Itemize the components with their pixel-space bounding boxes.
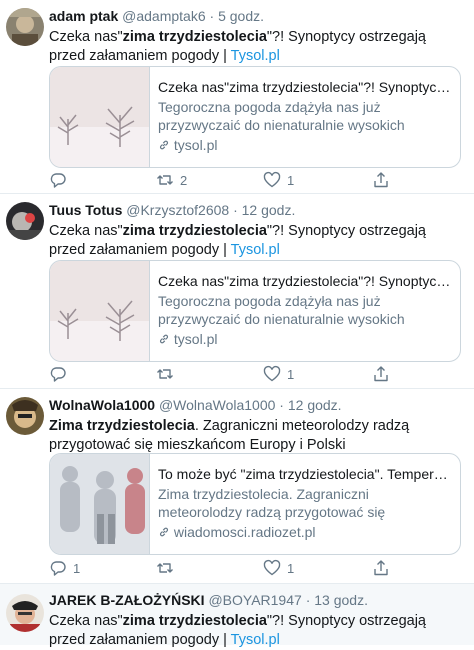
- text-bold: Zima trzydziestolecia: [49, 418, 195, 434]
- heart-icon: [263, 559, 281, 576]
- link-card[interactable]: Czeka nas"zima trzydziestolecia"?! Synop…: [49, 260, 461, 362]
- like-count: 1: [287, 172, 295, 188]
- tweet-header: adam ptak @adamptak6 · 5 godz.: [49, 8, 264, 25]
- retweet-icon: [157, 175, 173, 185]
- card-domain-text: tysol.pl: [173, 137, 218, 153]
- reply-button[interactable]: [49, 171, 73, 189]
- reply-count: 1: [73, 560, 81, 576]
- share-button[interactable]: [372, 559, 390, 577]
- like-count: 1: [287, 366, 295, 382]
- timestamp[interactable]: 12 godz.: [242, 202, 296, 218]
- tweet[interactable]: WolnaWola1000 @WolnaWola1000 · 12 godz. …: [0, 389, 474, 584]
- card-title: To może być "zima trzydziestolecia". Tem…: [158, 466, 453, 482]
- card-description: Tegoroczna pogoda zdążyła nas już przyzw…: [158, 293, 405, 327]
- like-count: 1: [287, 560, 295, 576]
- link-card[interactable]: Czeka nas"zima trzydziestolecia"?! Synop…: [49, 66, 461, 168]
- reply-icon: [50, 367, 66, 382]
- tweet-actions: 1: [49, 365, 459, 385]
- text-bold: zima trzydziestolecia: [122, 29, 267, 45]
- retweet-button[interactable]: 2: [156, 171, 187, 189]
- card-thumbnail: [50, 67, 150, 167]
- user-handle[interactable]: @Krzysztof2608: [126, 202, 229, 218]
- display-name[interactable]: adam ptak: [49, 8, 118, 24]
- card-domain: wiadomosci.radiozet.pl: [158, 524, 316, 540]
- avatar[interactable]: [6, 397, 44, 435]
- text-bold: zima trzydziestolecia: [122, 613, 267, 629]
- retweet-icon: [157, 563, 173, 573]
- display-name[interactable]: WolnaWola1000: [49, 397, 155, 413]
- user-handle[interactable]: @BOYAR1947: [208, 592, 301, 608]
- display-name[interactable]: JAREK B-ZAŁOŻYŃSKI: [49, 592, 205, 608]
- reply-icon: [50, 561, 66, 576]
- tweet-actions: 2 1: [49, 171, 459, 191]
- retweet-icon: [157, 369, 173, 379]
- share-button[interactable]: [372, 365, 390, 383]
- tweet-header: Tuus Totus @Krzysztof2608 · 12 godz.: [49, 202, 295, 219]
- timestamp[interactable]: 12 godz.: [288, 397, 342, 413]
- heart-icon: [263, 365, 281, 382]
- reply-icon: [50, 173, 66, 188]
- card-description: Zima trzydziestolecia. Zagraniczni meteo…: [158, 486, 386, 520]
- card-title: Czeka nas"zima trzydziestolecia"?! Synop…: [158, 273, 453, 289]
- card-domain-text: tysol.pl: [173, 331, 218, 347]
- share-icon: [374, 560, 388, 576]
- like-button[interactable]: 1: [263, 559, 294, 577]
- tweet-link[interactable]: Tysol.pl: [231, 632, 280, 648]
- tweet-text: Czeka nas"zima trzydziestolecia"?! Synop…: [49, 222, 459, 260]
- tweet-text: Czeka nas"zima trzydziestolecia"?! Synop…: [49, 28, 459, 66]
- like-button[interactable]: 1: [263, 365, 294, 383]
- card-thumbnail: [50, 261, 150, 361]
- link-icon: [159, 334, 169, 344]
- like-button[interactable]: 1: [263, 171, 294, 189]
- tweet-header: WolnaWola1000 @WolnaWola1000 · 12 godz.: [49, 397, 342, 414]
- card-domain: tysol.pl: [158, 331, 217, 347]
- tweet-actions: 1 1: [49, 559, 459, 579]
- timestamp[interactable]: 13 godz.: [314, 592, 368, 608]
- separator: ·: [209, 8, 215, 24]
- display-name[interactable]: Tuus Totus: [49, 202, 122, 218]
- tweet-link[interactable]: Tysol.pl: [231, 48, 280, 64]
- separator: ·: [233, 202, 238, 218]
- share-icon: [374, 366, 388, 382]
- text-part: Czeka nas": [49, 613, 123, 629]
- retweet-count: 2: [180, 172, 188, 188]
- tweet-header: JAREK B-ZAŁOŻYŃSKI @BOYAR1947 · 13 godz.: [49, 592, 368, 609]
- retweet-button[interactable]: [156, 365, 180, 383]
- link-icon: [159, 140, 169, 150]
- card-description: Tegoroczna pogoda zdążyła nas już przyzw…: [158, 99, 405, 133]
- avatar[interactable]: [6, 202, 44, 240]
- tweet-link[interactable]: Tysol.pl: [231, 242, 280, 258]
- tweet[interactable]: JAREK B-ZAŁOŻYŃSKI @BOYAR1947 · 13 godz.…: [0, 584, 474, 648]
- user-handle[interactable]: @adamptak6: [122, 8, 205, 24]
- user-handle[interactable]: @WolnaWola1000: [159, 397, 275, 413]
- avatar[interactable]: [6, 594, 44, 632]
- reply-button[interactable]: [49, 365, 73, 383]
- link-card[interactable]: To może być "zima trzydziestolecia". Tem…: [49, 453, 461, 555]
- link-icon: [159, 527, 169, 537]
- text-part: Czeka nas": [49, 223, 123, 239]
- timestamp[interactable]: 5 godz.: [218, 8, 264, 24]
- card-thumbnail: [50, 454, 150, 554]
- card-title: Czeka nas"zima trzydziestolecia"?! Synop…: [158, 79, 453, 95]
- tweet[interactable]: Tuus Totus @Krzysztof2608 · 12 godz. Cze…: [0, 194, 474, 389]
- avatar[interactable]: [6, 8, 44, 46]
- tweet-text: Zima trzydziestolecia. Zagraniczni meteo…: [49, 417, 459, 455]
- text-part: Czeka nas": [49, 29, 123, 45]
- text-bold: zima trzydziestolecia: [122, 223, 267, 239]
- separator: ·: [305, 592, 311, 608]
- tweet-text: Czeka nas"zima trzydziestolecia"?! Synop…: [49, 612, 459, 650]
- share-button[interactable]: [372, 171, 390, 189]
- card-domain: tysol.pl: [158, 137, 217, 153]
- card-domain-text: wiadomosci.radiozet.pl: [173, 524, 316, 540]
- tweet[interactable]: adam ptak @adamptak6 · 5 godz. Czeka nas…: [0, 0, 474, 194]
- heart-icon: [263, 171, 281, 188]
- share-icon: [374, 172, 388, 188]
- separator: ·: [279, 397, 284, 413]
- reply-button[interactable]: 1: [49, 559, 80, 577]
- retweet-button[interactable]: [156, 559, 180, 577]
